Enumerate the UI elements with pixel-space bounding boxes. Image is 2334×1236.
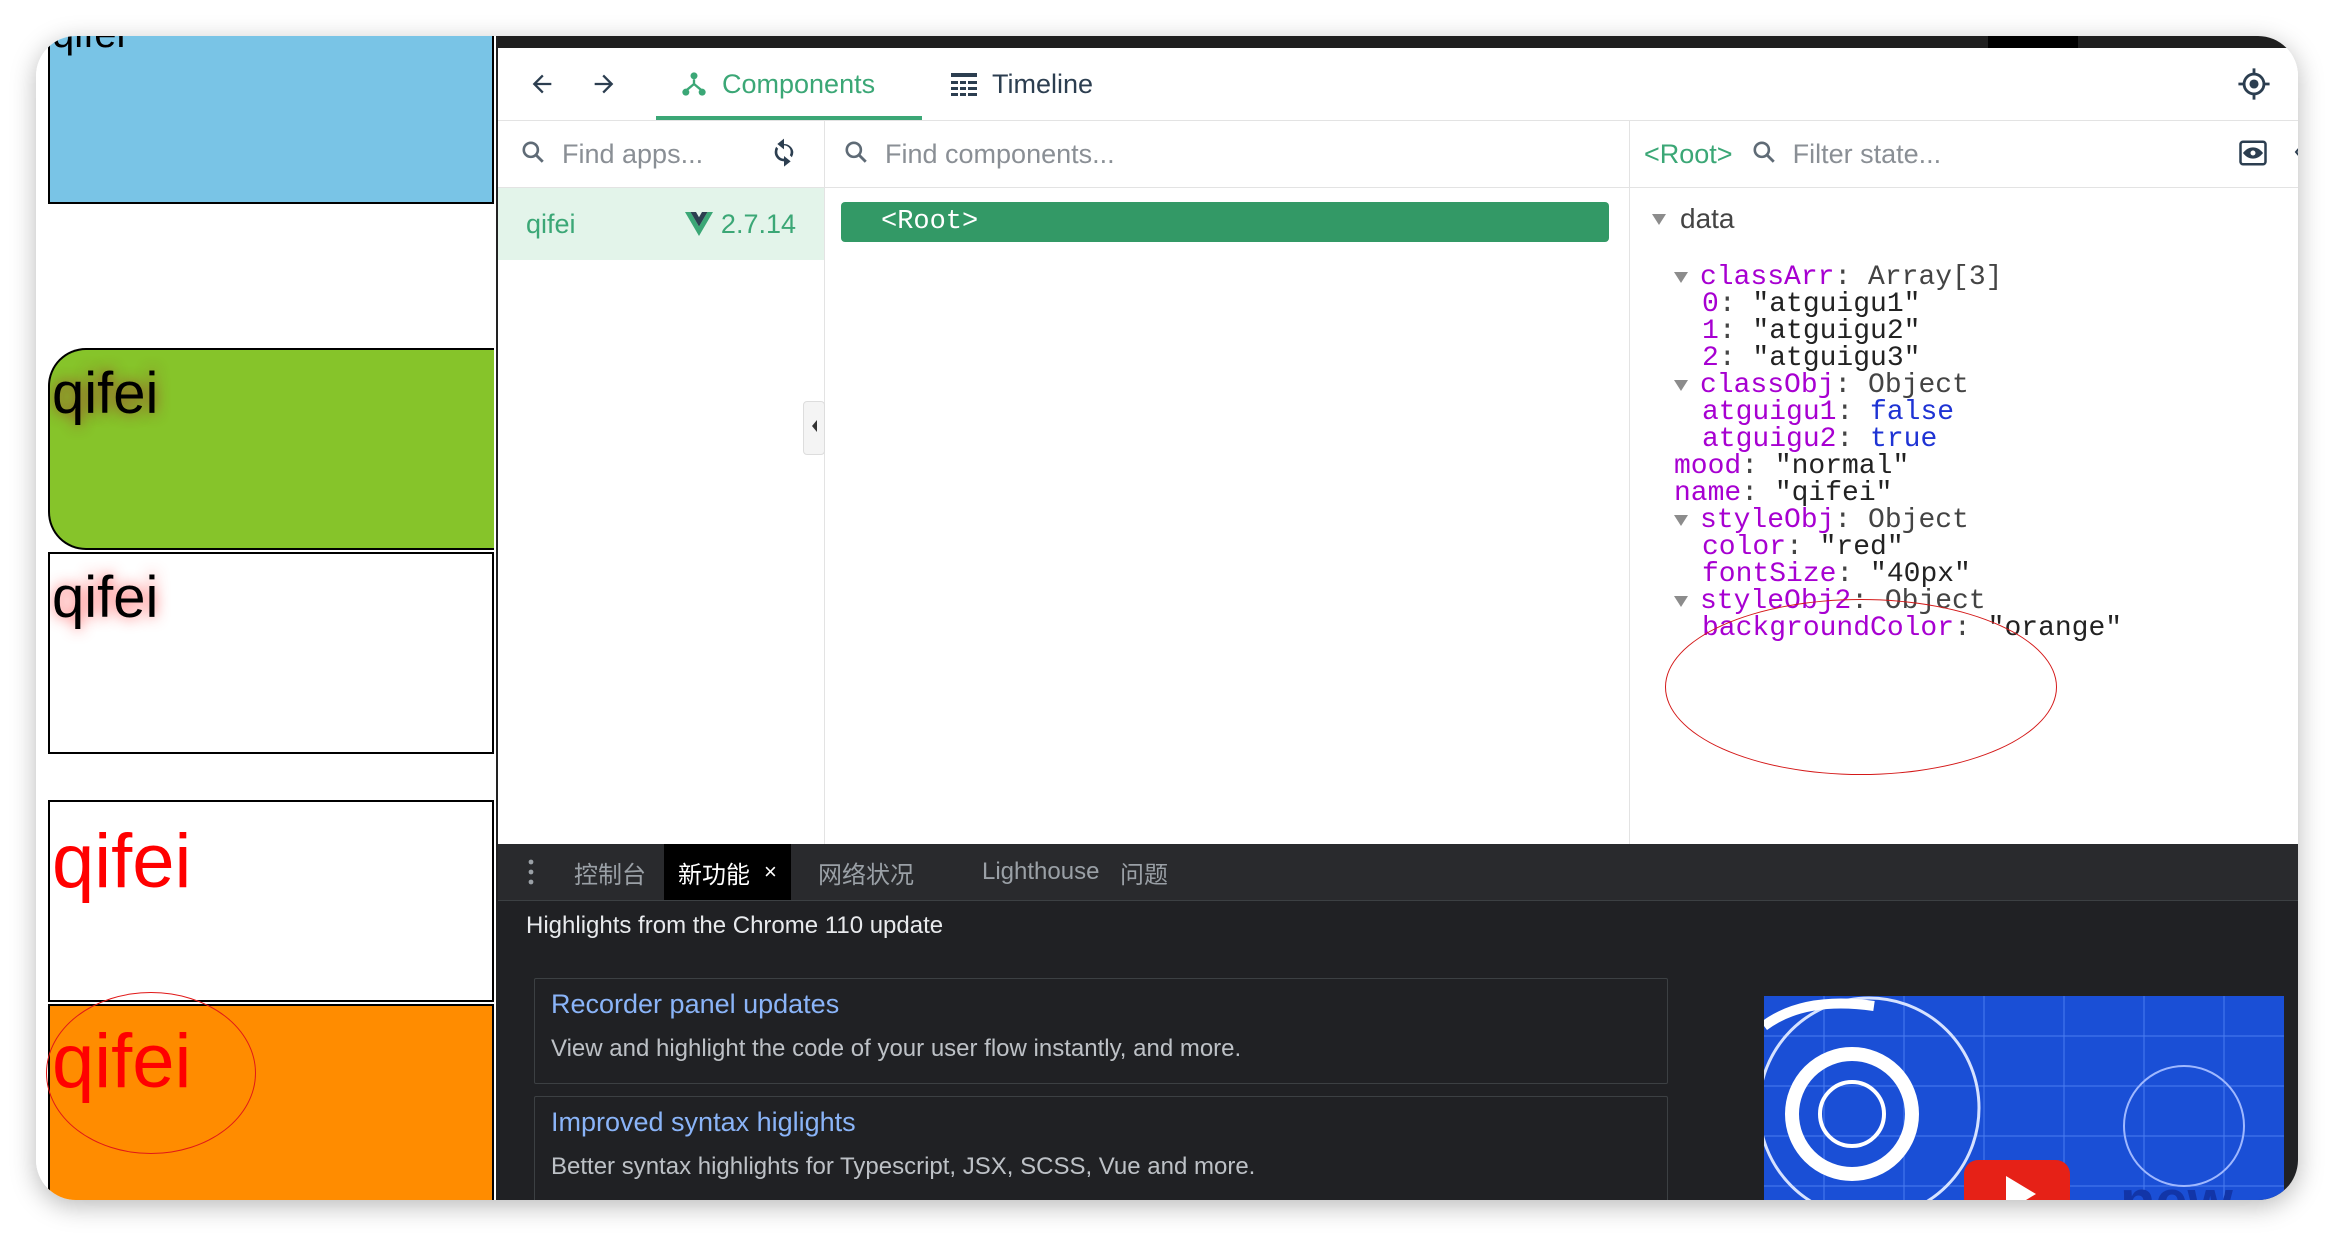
feature-link[interactable]: Recorder panel updates bbox=[551, 989, 839, 1020]
target-icon[interactable] bbox=[2234, 64, 2274, 104]
collapse-handle[interactable] bbox=[803, 401, 825, 455]
box-text: qifei bbox=[52, 361, 159, 426]
promo-text: new bbox=[2120, 1168, 2233, 1200]
drawer-tab-whats-new[interactable]: 新功能 × bbox=[664, 844, 791, 900]
arrow-right-icon[interactable] bbox=[584, 64, 624, 104]
collapse-triangle-icon bbox=[1674, 271, 1688, 283]
refresh-icon[interactable] bbox=[768, 136, 800, 173]
collapse-triangle-icon bbox=[1674, 595, 1688, 607]
box-basic: qifei bbox=[48, 36, 494, 204]
whats-new-headline: Highlights from the Chrome 110 update bbox=[526, 912, 944, 939]
app-list-item[interactable]: qifei 2.7.14 bbox=[498, 188, 824, 260]
collapse-triangle-icon bbox=[1674, 379, 1688, 391]
state-section-header[interactable]: data bbox=[1652, 203, 1735, 235]
app-version: 2.7.14 bbox=[684, 208, 796, 240]
app-name: qifei bbox=[526, 208, 576, 239]
chrome-drawer: 控制台 新功能 × 网络状况 Lighthouse 问题 Highlights … bbox=[498, 844, 2298, 1200]
vue-logo-icon bbox=[684, 212, 713, 236]
annotation-ellipse bbox=[46, 992, 256, 1154]
box-text: qifei bbox=[52, 36, 125, 57]
chevron-left-icon[interactable] bbox=[2294, 143, 2298, 166]
box-class-array: qifei bbox=[48, 552, 494, 754]
search-icon bbox=[1751, 139, 1777, 170]
timeline-icon bbox=[951, 73, 977, 97]
tab-components[interactable]: Components bbox=[656, 48, 922, 120]
box-text: qifei bbox=[52, 819, 192, 904]
tab-label: 控制台 bbox=[574, 861, 646, 889]
feature-description: View and highlight the code of your user… bbox=[551, 1035, 1242, 1062]
vue-devtools-toolbar: Components Timeline bbox=[498, 48, 2298, 121]
feature-card[interactable]: Improved syntax higlights Better syntax … bbox=[534, 1096, 1668, 1200]
tab-label: Timeline bbox=[992, 68, 1094, 99]
components-search-row bbox=[825, 121, 1629, 188]
version-text: 2.7.14 bbox=[720, 208, 796, 239]
annotation-ellipse bbox=[1665, 599, 2057, 775]
box-text: qifei bbox=[52, 565, 159, 630]
tab-label: 问题 bbox=[1120, 861, 1168, 889]
components-tree-icon bbox=[682, 72, 706, 96]
rendered-page: qifei qifei qifei qifei qifei bbox=[36, 36, 496, 1200]
drawer-tab-network-conditions[interactable]: 网络状况 bbox=[818, 844, 914, 900]
box-class-binding: qifei bbox=[48, 348, 494, 550]
devtools-top-strip bbox=[498, 36, 2298, 48]
drawer-tab-bar: 控制台 新功能 × 网络状况 Lighthouse 问题 bbox=[498, 844, 2298, 901]
tab-label: Components bbox=[722, 68, 876, 99]
browser-window: qifei qifei qifei qifei qifei bbox=[36, 36, 2298, 1200]
collapse-triangle-icon bbox=[1674, 514, 1688, 526]
search-icon bbox=[520, 139, 546, 170]
section-title: data bbox=[1680, 203, 1735, 234]
search-icon bbox=[843, 139, 869, 170]
filter-state-input[interactable] bbox=[1792, 138, 2053, 170]
tab-label: 新功能 bbox=[678, 861, 750, 889]
tab-label: Lighthouse bbox=[982, 858, 1100, 885]
drawer-tab-lighthouse[interactable]: Lighthouse bbox=[982, 844, 1099, 900]
drawer-tab-issues[interactable]: 问题 bbox=[1120, 844, 1168, 900]
selected-component-tag: <Root> bbox=[1644, 138, 1733, 169]
box-style-obj: qifei bbox=[48, 800, 494, 1002]
apps-search-row bbox=[498, 121, 824, 188]
feature-link[interactable]: Improved syntax higlights bbox=[551, 1107, 856, 1138]
drawer-tab-console[interactable]: 控制台 bbox=[574, 844, 646, 900]
tab-timeline[interactable]: Timeline bbox=[950, 48, 1093, 120]
devtools-panel: Components Timeline Find apps... qifei 2… bbox=[496, 36, 2298, 1200]
state-search-row: <Root> bbox=[1630, 121, 2298, 188]
feature-card[interactable]: Recorder panel updates View and highligh… bbox=[534, 978, 1668, 1084]
component-tree-node[interactable]: <Root> bbox=[841, 202, 1609, 242]
arrow-left-icon[interactable] bbox=[522, 64, 562, 104]
apps-column: qifei 2.7.14 bbox=[498, 121, 825, 844]
promo-video-thumbnail[interactable]: new bbox=[1764, 996, 2284, 1200]
close-icon[interactable]: × bbox=[764, 859, 777, 885]
find-apps-input[interactable] bbox=[562, 138, 752, 170]
eye-icon[interactable] bbox=[2238, 138, 2268, 173]
more-vert-icon[interactable] bbox=[528, 858, 534, 891]
collapse-triangle-icon bbox=[1652, 213, 1666, 225]
feature-description: Better syntax highlights for Typescript,… bbox=[551, 1153, 1256, 1180]
tab-label: 网络状况 bbox=[818, 861, 914, 889]
components-column: <Root> bbox=[803, 121, 1630, 844]
find-components-input[interactable] bbox=[885, 138, 1385, 170]
chevron-left-icon bbox=[809, 418, 819, 439]
